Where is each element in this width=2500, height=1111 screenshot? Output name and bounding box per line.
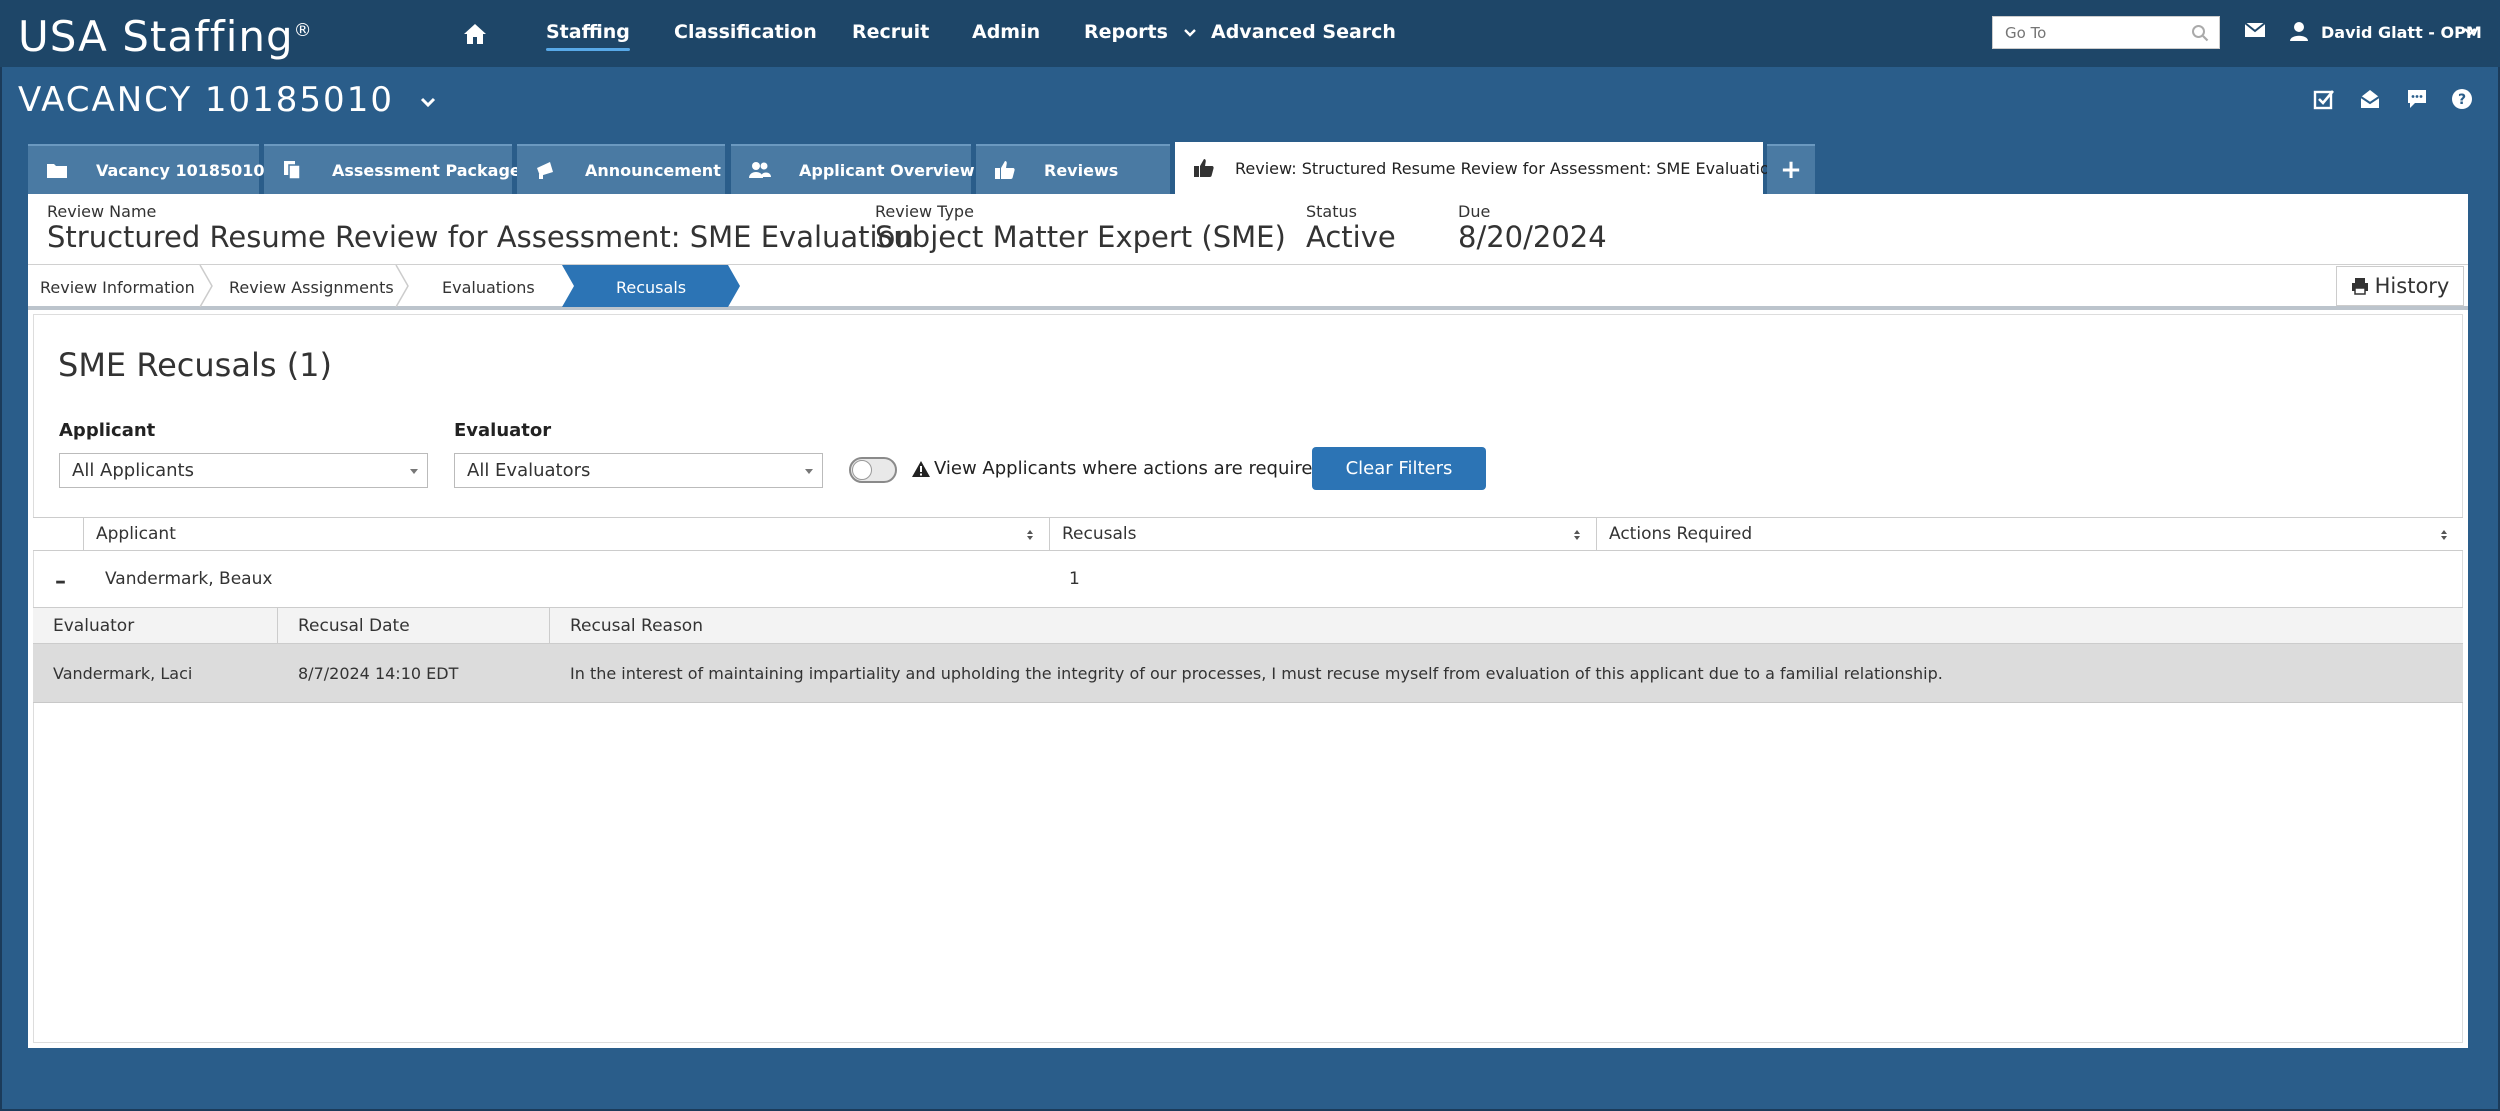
tab-announcement[interactable]: Announcement [517,144,725,194]
nav-advanced-search[interactable]: Advanced Search [1211,21,1396,43]
nav-admin[interactable]: Admin [972,21,1040,43]
column-header-applicant[interactable]: Applicant [83,518,1049,550]
folder-icon [47,164,67,178]
user-name[interactable]: David Glatt - OPM [2321,23,2482,42]
recusals-table-header: Applicant Recusals Actions Required [33,517,2463,551]
help-icon[interactable]: ? [2451,88,2473,110]
recusal-detail-header: Evaluator Recusal Date Recusal Reason [33,608,2463,644]
collapse-toggle[interactable]: – [55,569,66,594]
evaluator-filter-select[interactable]: All Evaluators [454,453,823,488]
mail-icon[interactable] [2244,22,2266,38]
history-label: History [2374,274,2450,298]
evaluator-filter-label: Evaluator [454,420,552,441]
sort-icon[interactable] [1572,528,1582,542]
list-item[interactable]: Vandermark, Laci 8/7/2024 14:10 EDT In t… [33,644,2463,703]
column-label: Applicant [96,524,176,544]
printer-icon [2351,278,2368,295]
dropdown-arrow-icon [805,469,813,474]
step-recusals[interactable]: Recusals [616,278,686,297]
evaluator-filter-value: All Evaluators [467,460,591,481]
thumbs-up-icon [1194,159,1214,177]
column-label: Actions Required [1609,524,1753,544]
checkbox-task-icon[interactable] [2313,88,2335,110]
dropdown-arrow-icon [410,469,418,474]
envelope-open-icon[interactable] [2359,88,2381,110]
chevron-down-icon [1183,29,1196,37]
status-value: Active [1306,220,1396,254]
sort-icon[interactable] [1025,528,1035,542]
applicant-filter-label: Applicant [59,420,156,441]
actions-required-toggle[interactable] [849,457,897,483]
table-row[interactable]: – Vandermark, Beaux 1 [33,551,2463,608]
applicant-name: Vandermark, Beaux [105,569,273,589]
tab-label: Applicant Overview [799,160,975,180]
toggle-knob [852,460,872,480]
chevron-down-icon[interactable] [2462,24,2478,40]
due-label: Due [1458,202,1491,221]
subcolumn-evaluator: Evaluator [33,608,278,643]
review-name-label: Review Name [47,202,157,221]
tab-review-active[interactable]: Review: Structured Resume Review for Ass… [1175,142,1780,194]
nav-classification[interactable]: Classification [674,21,817,43]
toggle-label: View Applicants where actions are requir… [934,458,1324,479]
tab-label: Announcement [585,160,721,180]
applicant-filter-value: All Applicants [72,460,194,481]
search-icon[interactable] [2191,24,2209,42]
evaluator-name: Vandermark, Laci [53,663,193,683]
add-tab-button[interactable]: + [1767,144,1815,194]
page-title: SME Recusals (1) [58,346,333,384]
tab-reviews[interactable]: Reviews [976,144,1170,194]
top-navigation-bar: USA Staffing® Staffing Classification Re… [0,0,2500,67]
step-review-assignments[interactable]: Review Assignments [229,278,394,297]
nav-staffing[interactable]: Staffing [546,21,630,51]
history-button[interactable]: History [2336,266,2464,306]
tab-label: Reviews [1044,160,1119,180]
step-evaluations[interactable]: Evaluations [442,278,535,297]
home-icon[interactable] [462,22,488,46]
megaphone-icon [537,162,553,179]
tab-label: Vacancy 10185010 [96,160,265,180]
goto-input[interactable] [2003,17,2187,48]
review-name-value: Structured Resume Review for Assessment:… [47,220,914,254]
review-steps-bar: Review Information Review Assignments Ev… [28,264,2468,310]
nav-reports-label: Reports [1084,21,1168,43]
column-header-recusals[interactable]: Recusals [1049,518,1596,550]
vacancy-title[interactable]: VACANCY 10185010 [18,80,437,120]
chevron-down-icon[interactable] [419,95,437,109]
people-icon [749,162,771,178]
user-icon[interactable] [2288,20,2310,42]
vacancy-title-text: VACANCY 10185010 [18,80,394,120]
recusal-reason: In the interest of maintaining impartial… [570,663,1943,683]
tab-label: Assessment Package [332,160,521,180]
tab-assessment-package[interactable]: Assessment Package [264,144,521,194]
recusal-count: 1 [1069,569,1080,589]
step-review-information[interactable]: Review Information [40,278,195,297]
tab-vacancy[interactable]: Vacancy 10185010 [28,144,265,194]
column-header-actions-required[interactable]: Actions Required [1596,518,2463,550]
warning-icon [912,461,930,477]
nav-recruit[interactable]: Recruit [852,21,929,43]
svg-text:?: ? [2458,92,2466,108]
subcolumn-recusal-reason: Recusal Reason [570,615,703,636]
column-label: Recusals [1062,524,1137,544]
due-value: 8/20/2024 [1458,220,1607,254]
documents-icon [284,161,301,180]
tab-applicant-overview[interactable]: Applicant Overview [731,144,975,194]
review-type-value: Subject Matter Expert (SME) [875,220,1286,254]
thumbs-up-icon [995,161,1015,179]
subcolumn-recusal-date: Recusal Date [278,608,550,643]
sort-icon[interactable] [2439,528,2449,542]
tab-label: Review: Structured Resume Review for Ass… [1235,158,1780,178]
recusal-date: 8/7/2024 14:10 EDT [298,663,459,683]
review-type-label: Review Type [875,202,974,221]
clear-filters-button[interactable]: Clear Filters [1312,447,1486,490]
applicant-filter-select[interactable]: All Applicants [59,453,428,488]
chat-icon[interactable] [2406,88,2428,110]
status-label: Status [1306,202,1357,221]
nav-reports[interactable]: Reports [1084,21,1197,43]
goto-search-box[interactable] [1992,16,2220,49]
usa-staffing-logo[interactable]: USA Staffing® [18,12,313,61]
